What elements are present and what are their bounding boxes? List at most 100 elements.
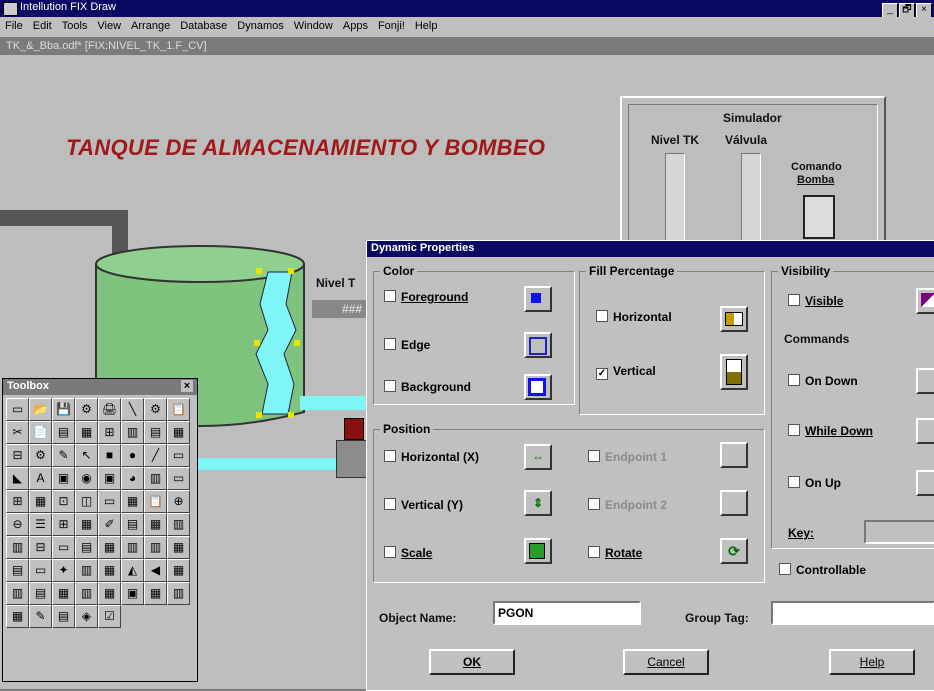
- toolbox-tool-icon[interactable]: ⚙: [29, 444, 52, 467]
- toolbox-tool-icon[interactable]: ✂: [6, 421, 29, 444]
- toolbox-tool-icon[interactable]: ▭: [167, 467, 190, 490]
- background-checkbox[interactable]: Background: [384, 380, 471, 394]
- endpoint2-checkbox[interactable]: Endpoint 2: [588, 498, 667, 512]
- toolbox-tool-icon[interactable]: ◉: [75, 467, 98, 490]
- endpoint1-icon[interactable]: [720, 442, 748, 468]
- toolbox-tool-icon[interactable]: 📋: [167, 398, 190, 421]
- group-tag-field[interactable]: [771, 601, 934, 625]
- toolbox-tool-icon[interactable]: ▦: [167, 559, 190, 582]
- toolbox-tool-icon[interactable]: ↖: [75, 444, 98, 467]
- toolbox-tool-icon[interactable]: ☰: [29, 513, 52, 536]
- toolbox-tool-icon[interactable]: ⊞: [6, 490, 29, 513]
- object-name-field[interactable]: PGON: [493, 601, 641, 625]
- endpoint2-icon[interactable]: [720, 490, 748, 516]
- cancel-button[interactable]: Cancel: [623, 649, 709, 675]
- edge-color-button[interactable]: [524, 332, 552, 358]
- toolbox-tool-icon[interactable]: ▭: [29, 559, 52, 582]
- toolbox-tool-icon[interactable]: ✎: [29, 605, 52, 628]
- toolbox-tool-icon[interactable]: ▦: [98, 536, 121, 559]
- scale-checkbox[interactable]: Scale: [384, 546, 432, 560]
- valve-icon[interactable]: [344, 418, 364, 440]
- toolbox-tool-icon[interactable]: ▥: [75, 559, 98, 582]
- menu-view[interactable]: View: [92, 17, 126, 32]
- menu-window[interactable]: Window: [289, 17, 338, 32]
- toolbox-tool-icon[interactable]: ▥: [144, 467, 167, 490]
- toolbox-tool-icon[interactable]: 📄: [29, 421, 52, 444]
- toolbox-tool-icon[interactable]: ▦: [52, 582, 75, 605]
- on-down-checkbox[interactable]: On Down: [788, 374, 858, 388]
- toolbox-tool-icon[interactable]: ▥: [167, 582, 190, 605]
- toolbox-tool-icon[interactable]: A: [29, 467, 52, 490]
- toolbox-tool-icon[interactable]: ▤: [29, 582, 52, 605]
- toolbox-tool-icon[interactable]: ◕: [121, 467, 144, 490]
- pump-body[interactable]: [336, 440, 368, 478]
- menu-tools[interactable]: Tools: [57, 17, 93, 32]
- endpoint1-checkbox[interactable]: Endpoint 1: [588, 450, 667, 464]
- toolbox-tool-icon[interactable]: ▥: [144, 536, 167, 559]
- on-up-icon[interactable]: [916, 470, 934, 496]
- toolbox-tool-icon[interactable]: ▦: [75, 513, 98, 536]
- app-icon[interactable]: [3, 2, 18, 16]
- toolbox-tool-icon[interactable]: ▭: [52, 536, 75, 559]
- toolbox-tool-icon[interactable]: ●: [121, 444, 144, 467]
- toolbox-tool-icon[interactable]: ✦: [52, 559, 75, 582]
- pump-toggle-switch[interactable]: [803, 195, 835, 239]
- toolbox-tool-icon[interactable]: ▭: [167, 444, 190, 467]
- toolbox-tool-icon[interactable]: ⊕: [167, 490, 190, 513]
- toolbox-tool-icon[interactable]: ▥: [121, 421, 144, 444]
- visible-checkbox[interactable]: Visible: [788, 294, 843, 308]
- toolbox-tool-icon[interactable]: ⚙: [75, 398, 98, 421]
- toolbox-tool-icon[interactable]: ✎: [52, 444, 75, 467]
- scale-icon[interactable]: [524, 538, 552, 564]
- toolbox-tool-icon[interactable]: ▥: [167, 513, 190, 536]
- help-button[interactable]: Help: [829, 649, 915, 675]
- toolbox-tool-icon[interactable]: ⊞: [52, 513, 75, 536]
- toolbox-tool-icon[interactable]: ▭: [98, 490, 121, 513]
- toolbox-tool-icon[interactable]: ◈: [75, 605, 98, 628]
- toolbox-close-button[interactable]: ×: [181, 380, 193, 392]
- menu-dynamos[interactable]: Dynamos: [232, 17, 288, 32]
- toolbox-tool-icon[interactable]: ◀: [144, 559, 167, 582]
- toolbox-tool-icon[interactable]: 📋: [144, 490, 167, 513]
- minimize-button[interactable]: _: [882, 3, 898, 18]
- toolbox-tool-icon[interactable]: ▥: [75, 582, 98, 605]
- toolbox-tool-icon[interactable]: ▦: [167, 421, 190, 444]
- toolbox-tool-icon[interactable]: ◭: [121, 559, 144, 582]
- toolbox-tool-icon[interactable]: ⊟: [29, 536, 52, 559]
- visibility-icon[interactable]: [916, 288, 934, 314]
- toolbox-tool-icon[interactable]: ▦: [144, 582, 167, 605]
- foreground-color-button[interactable]: [524, 286, 552, 312]
- key-field[interactable]: [864, 520, 934, 544]
- toolbox-tool-icon[interactable]: ▣: [121, 582, 144, 605]
- toolbox-tool-icon[interactable]: ▤: [6, 559, 29, 582]
- toolbox-tool-icon[interactable]: ▥: [121, 536, 144, 559]
- horizontal-arrows-icon[interactable]: ⇔: [524, 444, 552, 470]
- toolbox-tool-icon[interactable]: ▤: [144, 421, 167, 444]
- toolbox-tool-icon[interactable]: ⊡: [52, 490, 75, 513]
- close-button[interactable]: ×: [916, 3, 932, 18]
- toolbox-tool-icon[interactable]: ▦: [144, 513, 167, 536]
- toolbox-tool-icon[interactable]: ▤: [75, 536, 98, 559]
- foreground-checkbox[interactable]: Foreground: [384, 290, 468, 304]
- fill-horizontal-checkbox[interactable]: Horizontal: [596, 310, 672, 324]
- toolbox-tool-icon[interactable]: ◫: [75, 490, 98, 513]
- toolbox-tool-icon[interactable]: 💾: [52, 398, 75, 421]
- background-color-button[interactable]: [524, 374, 552, 400]
- toolbox-tool-icon[interactable]: ▦: [98, 559, 121, 582]
- position-horizontal-checkbox[interactable]: Horizontal (X): [384, 450, 479, 464]
- on-down-icon[interactable]: [916, 368, 934, 394]
- toolbox-tool-icon[interactable]: ▦: [75, 421, 98, 444]
- vertical-arrows-icon[interactable]: ⇕: [524, 490, 552, 516]
- toolbox-tool-icon[interactable]: ▣: [98, 467, 121, 490]
- menu-help[interactable]: Help: [410, 17, 443, 32]
- rotate-checkbox[interactable]: Rotate: [588, 546, 642, 560]
- restore-button[interactable]: 🗗: [899, 3, 915, 18]
- menu-edit[interactable]: Edit: [28, 17, 57, 32]
- on-up-checkbox[interactable]: On Up: [788, 476, 841, 490]
- toolbox-tool-icon[interactable]: ▤: [52, 421, 75, 444]
- toolbox-tool-icon[interactable]: ✐: [98, 513, 121, 536]
- fill-vertical-icon[interactable]: [720, 354, 748, 390]
- while-down-checkbox[interactable]: While Down: [788, 424, 873, 438]
- toolbox-tool-icon[interactable]: ⊖: [6, 513, 29, 536]
- fill-horizontal-icon[interactable]: [720, 306, 748, 332]
